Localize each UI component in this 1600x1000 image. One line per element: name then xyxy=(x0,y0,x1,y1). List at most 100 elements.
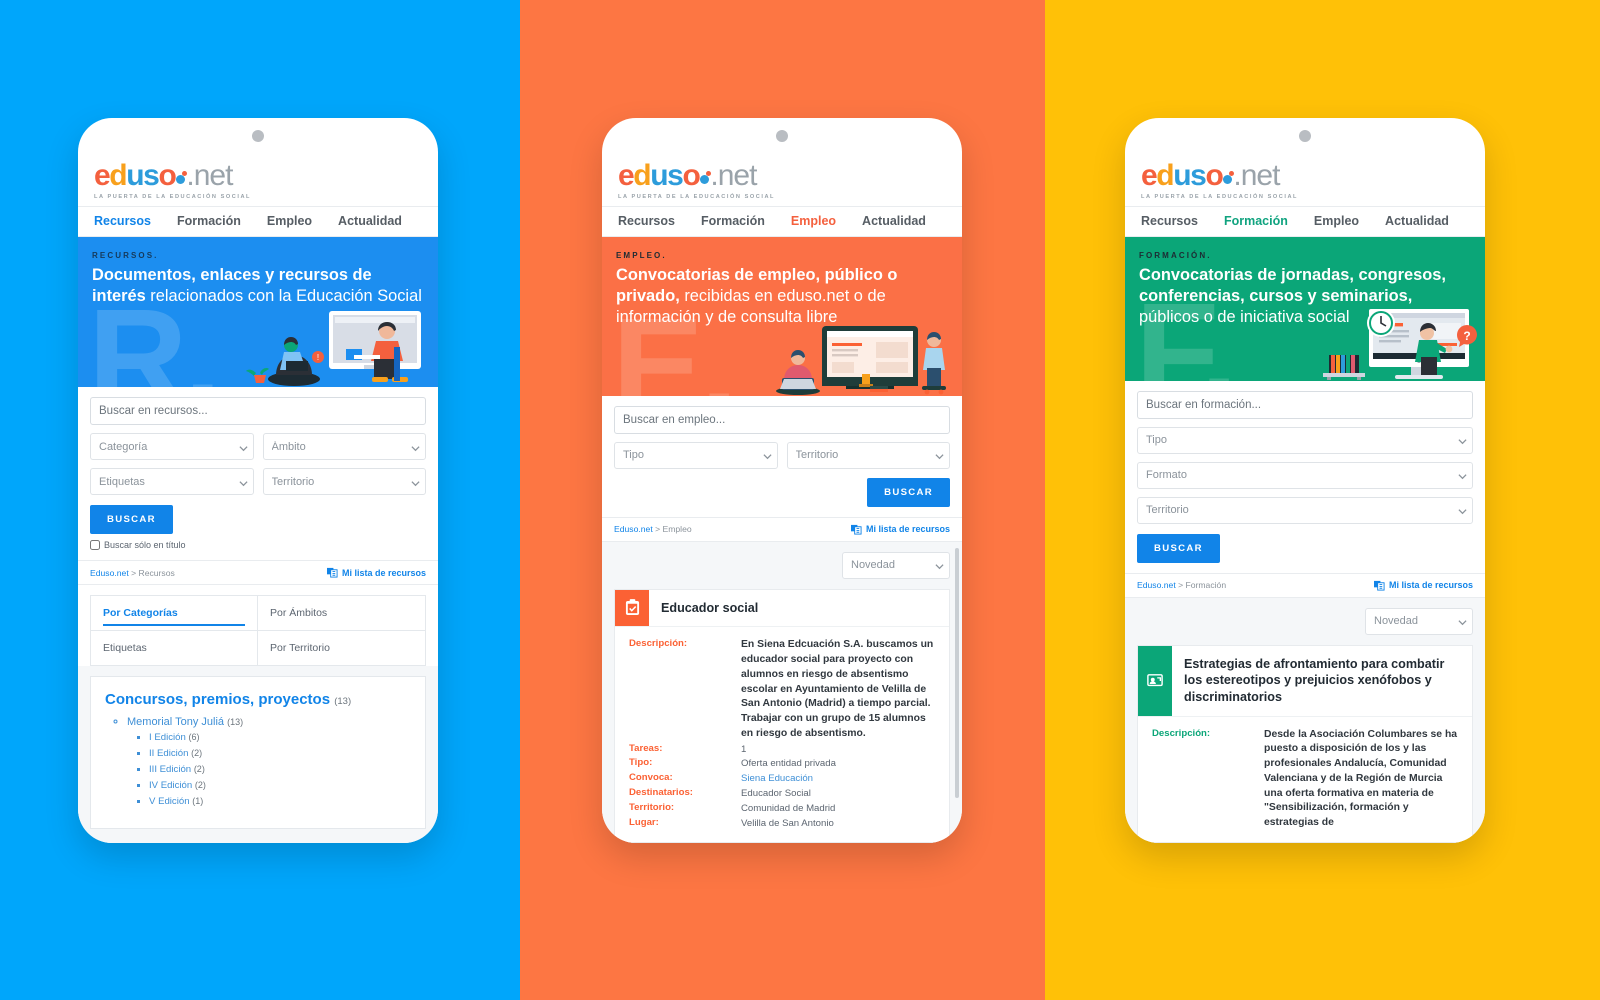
filter-territorio-wrap: Territorio xyxy=(262,468,426,495)
breadcrumb-root[interactable]: Eduso.net xyxy=(614,524,653,534)
nav-item-actualidad[interactable]: Actualidad xyxy=(1385,214,1449,228)
list-item[interactable]: I Edición (6) xyxy=(149,732,411,743)
nav-item-empleo[interactable]: Empleo xyxy=(267,214,312,228)
filter-tipo[interactable]: Tipo xyxy=(1137,426,1473,454)
search-input[interactable] xyxy=(1137,390,1473,419)
logo-tagline: LA PUERTA DE LA EDUCACIÓN SOCIAL xyxy=(1141,193,1299,200)
phone-camera-icon xyxy=(252,130,264,142)
hero-title: Documentos, enlaces y recursos de interé… xyxy=(92,265,424,307)
my-list-link[interactable]: Mi lista de recursos xyxy=(850,524,950,535)
filter-row-2: Formato xyxy=(1137,461,1473,489)
item-label: IV Edición xyxy=(149,780,193,791)
result-card: Concursos, premios, proyectos (13) Memor… xyxy=(90,676,426,829)
search-submit-button[interactable]: BUSCAR xyxy=(867,477,950,507)
nav-item-formacion[interactable]: Formación xyxy=(177,214,241,228)
filter-territorio[interactable]: Territorio xyxy=(786,441,950,469)
listing-card[interactable]: Estrategias de afrontamiento para combat… xyxy=(1137,644,1473,843)
search-submit-button[interactable]: BUSCAR xyxy=(90,505,173,534)
site-logo[interactable]: eduso .net LA PUERTA DE LA EDUCACIÓN SOCI… xyxy=(78,156,438,206)
nav-item-recursos[interactable]: Recursos xyxy=(1141,214,1198,228)
logo-letter-d: d xyxy=(633,159,651,192)
hero-illustration xyxy=(776,325,946,395)
filter-formato[interactable]: Formato xyxy=(1137,461,1473,489)
filter-ambito[interactable]: Ámbito xyxy=(262,433,426,460)
listing-field-value-link[interactable]: Siena Educación xyxy=(741,772,813,786)
logo-letter-e: e xyxy=(1141,159,1158,192)
nav-item-formacion[interactable]: Formación xyxy=(701,214,765,228)
my-list-link[interactable]: Mi lista de recursos xyxy=(326,567,426,578)
filter-categoria[interactable]: Categoría xyxy=(90,433,254,460)
list-icon xyxy=(850,524,862,535)
search-panel-formacion: Tipo Formato Territorio BUSCA xyxy=(1125,380,1485,573)
listing-field: Descripción: Desde la Asociación Columba… xyxy=(1152,728,1458,831)
filter-territorio[interactable]: Territorio xyxy=(1137,496,1473,524)
logo-tld: .net xyxy=(1233,159,1280,192)
list-item[interactable]: III Edición (2) xyxy=(149,764,411,775)
tab-por-categorias[interactable]: Por Categorías xyxy=(91,596,258,631)
list-item[interactable]: V Edición (1) xyxy=(149,796,411,807)
breadcrumb-root[interactable]: Eduso.net xyxy=(90,568,129,578)
nav-item-actualidad[interactable]: Actualidad xyxy=(338,214,402,228)
breadcrumb-current: Recursos xyxy=(138,567,175,578)
phone-camera-icon xyxy=(1299,130,1311,142)
nav-item-actualidad[interactable]: Actualidad xyxy=(862,214,926,228)
title-only-checkbox[interactable] xyxy=(90,540,100,550)
logo-letter-e: e xyxy=(618,159,635,192)
filter-territorio[interactable]: Territorio xyxy=(262,468,426,495)
hero-banner-recursos: R. RECURSOS. Documentos, enlaces y recur… xyxy=(78,236,438,387)
search-panel-empleo: Tipo Territorio BUSCAR xyxy=(602,395,962,517)
nav-item-recursos[interactable]: Recursos xyxy=(94,214,151,228)
search-submit-button[interactable]: BUSCAR xyxy=(1137,533,1220,563)
breadcrumb-separator: > xyxy=(1175,580,1186,591)
search-input[interactable] xyxy=(90,397,426,425)
sort-select-wrap: Novedad xyxy=(1365,607,1473,635)
listing-card[interactable]: Educador social Descripción: En Siena Ed… xyxy=(614,588,950,843)
phone-mockup-formacion: eduso .net LA PUERTA DE LA EDUCACIÓN SOCI… xyxy=(1125,118,1485,843)
tab-por-territorio[interactable]: Por Territorio xyxy=(258,631,425,665)
listing-field-value: Educador Social xyxy=(741,788,811,800)
filter-ambito-wrap: Ámbito xyxy=(262,433,426,460)
sort-select[interactable]: Novedad xyxy=(842,551,950,579)
main-navigation: Recursos Formación Empleo Actualidad xyxy=(78,205,438,237)
site-logo[interactable]: eduso .net LA PUERTA DE LA EDUCACIÓN SOCI… xyxy=(602,156,962,206)
nav-item-empleo[interactable]: Empleo xyxy=(791,214,836,228)
list-item[interactable]: Memorial Tony Juliá (13) I Edición (6) I… xyxy=(127,716,411,807)
svg-text:!: ! xyxy=(317,353,319,362)
child-count: (13) xyxy=(227,717,244,727)
nav-item-formacion[interactable]: Formación xyxy=(1224,214,1288,228)
phone-camera-icon xyxy=(776,130,788,142)
search-input[interactable] xyxy=(614,405,950,434)
site-logo[interactable]: eduso .net LA PUERTA DE LA EDUCACIÓN SOCI… xyxy=(1125,156,1485,206)
filter-formato-wrap: Formato xyxy=(1137,461,1473,489)
logo-dot-icon xyxy=(700,171,712,184)
breadcrumb-current: Formación xyxy=(1185,580,1227,591)
item-count: (2) xyxy=(191,748,203,758)
nav-item-recursos[interactable]: Recursos xyxy=(618,214,675,228)
search-submit-row: BUSCAR xyxy=(614,477,950,507)
list-item[interactable]: IV Edición (2) xyxy=(149,780,411,791)
tab-etiquetas[interactable]: Etiquetas xyxy=(91,631,258,665)
item-label: V Edición xyxy=(149,796,190,807)
filter-territorio-wrap: Territorio xyxy=(786,441,950,469)
item-count: (6) xyxy=(188,732,200,742)
listing-field-key: Lugar: xyxy=(629,817,659,829)
nav-item-empleo[interactable]: Empleo xyxy=(1314,214,1359,228)
breadcrumb-root[interactable]: Eduso.net xyxy=(1137,580,1176,590)
hero-illustration: ! xyxy=(246,311,421,386)
logo-letter-u: u xyxy=(650,159,668,192)
sort-select[interactable]: Novedad xyxy=(1365,607,1473,635)
breadcrumb-separator: > xyxy=(652,524,663,535)
listing-field-value: En Siena Edcuación S.A. buscamos un educ… xyxy=(741,639,934,739)
page-scrollbar[interactable] xyxy=(955,548,959,798)
tab-por-ambitos[interactable]: Por Ámbitos xyxy=(258,596,425,631)
item-count: (1) xyxy=(192,796,204,806)
filter-etiquetas[interactable]: Etiquetas xyxy=(90,468,254,495)
listing-title: Estrategias de afrontamiento para combat… xyxy=(1184,656,1445,705)
filter-row-1: Categoría Ámbito xyxy=(90,433,426,460)
list-item[interactable]: II Edición (2) xyxy=(149,748,411,759)
result-title[interactable]: Concursos, premios, proyectos (13) xyxy=(105,691,411,708)
child-label: Memorial Tony Juliá xyxy=(127,716,225,728)
breadcrumb-bar: Eduso.net > Recursos Mi lista de recurso… xyxy=(78,560,438,585)
filter-tipo[interactable]: Tipo xyxy=(614,441,778,469)
my-list-link[interactable]: Mi lista de recursos xyxy=(1373,580,1473,591)
